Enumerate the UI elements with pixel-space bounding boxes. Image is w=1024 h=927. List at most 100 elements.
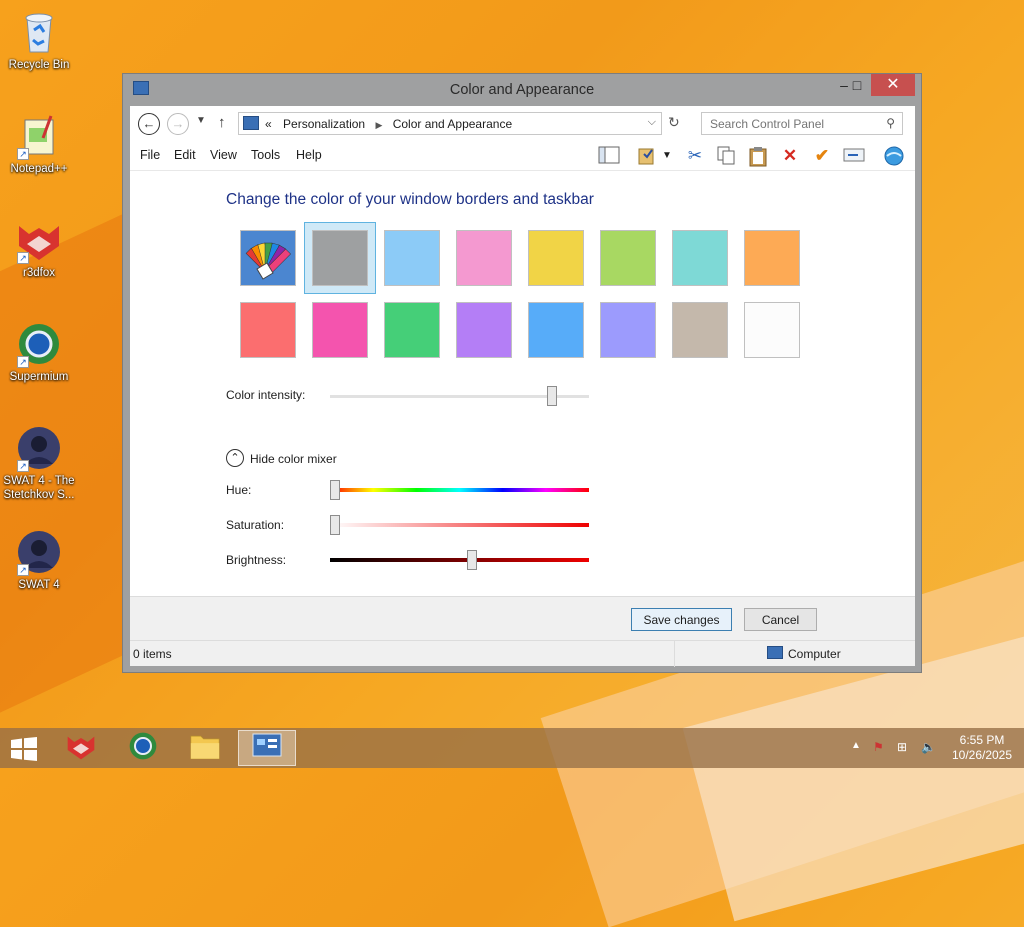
shortcut-arrow-icon: ↗ xyxy=(17,564,29,576)
status-divider xyxy=(674,641,675,667)
title-bar[interactable]: Color and Appearance – □ ✕ xyxy=(123,74,921,106)
clock-time: 6:55 PM xyxy=(959,733,1005,747)
rename-icon[interactable] xyxy=(843,145,865,167)
save-changes-button[interactable]: Save changes xyxy=(631,608,732,631)
color-swatch-red[interactable] xyxy=(240,302,296,358)
taskbar-control-panel[interactable] xyxy=(238,730,296,766)
saturation-slider[interactable] xyxy=(330,523,589,527)
page-heading: Change the color of your window borders … xyxy=(226,191,594,208)
breadcrumb-overflow[interactable]: « xyxy=(265,117,272,131)
window-title: Color and Appearance xyxy=(449,82,595,98)
address-bar[interactable]: « Personalization ▶ Color and Appearance… xyxy=(238,112,662,135)
layout-icon[interactable] xyxy=(598,145,620,167)
recent-locations-dropdown[interactable]: ▼ xyxy=(196,115,206,126)
color-intensity-thumb[interactable] xyxy=(546,386,557,406)
shortcut-arrow-icon: ↗ xyxy=(17,356,29,368)
color-swatch-light-blue[interactable] xyxy=(384,230,440,286)
color-swatch-magenta[interactable] xyxy=(312,302,368,358)
refresh-icon[interactable]: ↻ xyxy=(668,114,680,131)
brightness-label: Brightness: xyxy=(226,553,287,567)
network-icon[interactable]: ⊞ xyxy=(897,740,907,754)
color-swatch-white[interactable] xyxy=(744,302,800,358)
desktop-icon-label: Supermium xyxy=(9,371,69,383)
desktop-icon-supermium[interactable]: ↗ Supermium xyxy=(2,320,76,384)
color-swatch-periwinkle[interactable] xyxy=(600,302,656,358)
search-box[interactable]: ⚲ xyxy=(701,112,903,135)
brightness-slider[interactable] xyxy=(330,558,589,562)
start-button[interactable] xyxy=(10,737,38,764)
clock[interactable]: 6:55 PM 10/26/2025 xyxy=(940,733,1024,763)
copy-icon[interactable] xyxy=(715,145,737,167)
collapse-icon[interactable]: ⌃ xyxy=(226,449,244,467)
volume-muted-icon[interactable]: 🔈 xyxy=(921,740,936,754)
breadcrumb-personalization[interactable]: Personalization xyxy=(283,117,365,131)
shortcut-arrow-icon: ↗ xyxy=(17,460,29,472)
hue-thumb[interactable] xyxy=(330,480,340,500)
show-hidden-icons[interactable]: ▲ xyxy=(851,740,861,751)
check-icon[interactable]: ✔ xyxy=(811,145,833,167)
color-swatch-blue[interactable] xyxy=(528,302,584,358)
cut-icon[interactable]: ✂ xyxy=(684,145,706,167)
color-swatch-taupe[interactable] xyxy=(672,302,728,358)
forward-button[interactable]: → xyxy=(167,113,189,135)
color-intensity-label: Color intensity: xyxy=(226,388,306,402)
color-swatch-automatic[interactable] xyxy=(240,230,296,286)
color-swatch-yellow[interactable] xyxy=(528,230,584,286)
desktop-icon-label: Notepad++ xyxy=(10,163,68,175)
color-swatch-green[interactable] xyxy=(384,302,440,358)
desktop-icon-label: Recycle Bin xyxy=(8,59,70,71)
desktop-icon-label: SWAT 4 xyxy=(18,579,60,591)
desktop-icon-swat4-stetchkov[interactable]: ↗ SWAT 4 - The Stetchkov S... xyxy=(2,424,76,502)
breadcrumb-separator-icon[interactable]: ▶ xyxy=(375,120,382,130)
hue-slider[interactable] xyxy=(330,488,589,492)
status-bar: 0 items Computer xyxy=(130,640,915,667)
taskbar-supermium[interactable] xyxy=(114,730,172,766)
breadcrumb-color-appearance[interactable]: Color and Appearance xyxy=(393,117,512,131)
close-button[interactable]: ✕ xyxy=(871,74,915,96)
color-swatch-lime[interactable] xyxy=(600,230,656,286)
cancel-button[interactable]: Cancel xyxy=(744,608,817,631)
menu-bar: File Edit View Tools Help ▼ ✂ ✕ ✔ xyxy=(130,140,915,170)
color-swatch-orange[interactable] xyxy=(744,230,800,286)
desktop-icon-notepadpp[interactable]: ↗ Notepad++ xyxy=(2,112,76,176)
supermium-icon: ↗ xyxy=(15,320,63,368)
notepadpp-icon: ↗ xyxy=(15,112,63,160)
address-dropdown-icon[interactable]: ⌵ xyxy=(648,116,656,129)
taskbar-r3dfox[interactable] xyxy=(52,730,110,766)
color-swatch-gray[interactable] xyxy=(304,222,376,294)
back-button[interactable]: ← xyxy=(138,113,160,135)
color-swatch-teal[interactable] xyxy=(672,230,728,286)
desktop-icon-swat4[interactable]: ↗ SWAT 4 xyxy=(2,528,76,592)
menu-help[interactable]: Help xyxy=(296,148,322,162)
desktop-icon-label: r3dfox xyxy=(23,267,55,279)
address-toolbar: ← → ▼ ↑ « Personalization ▶ Color and Ap… xyxy=(130,106,915,140)
menu-edit[interactable]: Edit xyxy=(174,148,196,162)
desktop-icon-recycle-bin[interactable]: Recycle Bin xyxy=(2,8,76,72)
swat4-icon: ↗ xyxy=(15,528,63,576)
delete-icon[interactable]: ✕ xyxy=(779,145,801,167)
search-icon[interactable]: ⚲ xyxy=(886,116,895,130)
taskbar: ▲ ⚑ ⊞ 🔈 6:55 PM 10/26/2025 xyxy=(0,728,1024,768)
menu-tools[interactable]: Tools xyxy=(251,148,280,162)
window-client: ← → ▼ ↑ « Personalization ▶ Color and Ap… xyxy=(130,106,915,667)
taskbar-file-explorer[interactable] xyxy=(176,730,234,766)
hide-color-mixer-link[interactable]: Hide color mixer xyxy=(250,452,337,466)
saturation-thumb[interactable] xyxy=(330,515,340,535)
up-button[interactable]: ↑ xyxy=(218,114,226,131)
paste-icon[interactable] xyxy=(747,145,769,167)
search-input[interactable] xyxy=(702,113,877,134)
desktop-icon-r3dfox[interactable]: ↗ r3dfox xyxy=(2,216,76,280)
properties-dropdown-icon[interactable]: ▼ xyxy=(660,145,674,167)
maximize-button[interactable]: □ xyxy=(843,74,871,96)
menu-view[interactable]: View xyxy=(210,148,237,162)
desktop-icon-label: SWAT 4 - The Stetchkov S... xyxy=(3,475,75,501)
brightness-thumb[interactable] xyxy=(466,550,477,570)
color-appearance-window: Color and Appearance – □ ✕ ← → ▼ ↑ « Per… xyxy=(122,73,922,673)
color-swatch-purple[interactable] xyxy=(456,302,512,358)
clock-date: 10/26/2025 xyxy=(951,748,1013,762)
menu-file[interactable]: File xyxy=(140,148,160,162)
action-center-icon[interactable]: ⚑ xyxy=(873,740,884,754)
internet-icon[interactable] xyxy=(883,145,905,167)
properties-icon[interactable] xyxy=(636,145,658,167)
color-swatch-pink[interactable] xyxy=(456,230,512,286)
